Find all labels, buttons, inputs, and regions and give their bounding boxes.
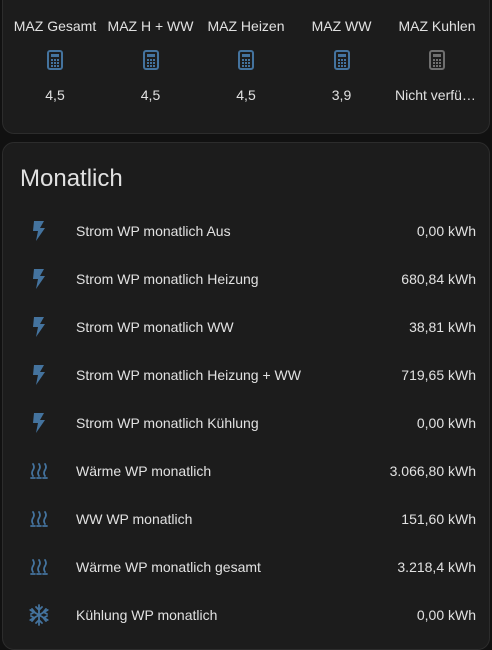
entity-name: Strom WP monatlich Heizung: [76, 271, 259, 287]
entity-row[interactable]: Kühlung WP monatlich 0,00 kWh: [3, 591, 489, 639]
glance-item-name: MAZ Gesamt: [13, 18, 97, 34]
calculator-icon: [330, 48, 354, 72]
entity-name: Strom WP monatlich Kühlung: [76, 415, 259, 431]
entity-list: Strom WP monatlich Aus 0,00 kWh Strom WP…: [3, 207, 489, 639]
heat-wave-icon: [27, 459, 51, 483]
glance-item-name: MAZ H + WW: [107, 18, 194, 34]
entity-state: 38,81 kWh: [409, 319, 476, 335]
entity-state: 151,60 kWh: [401, 511, 476, 527]
entity-state: 0,00 kWh: [416, 415, 476, 431]
calculator-icon: [234, 48, 258, 72]
entity-name: WW WP monatlich: [76, 511, 193, 527]
glance-item-maz-ww[interactable]: MAZ WW 3,9: [296, 0, 388, 103]
entity-row[interactable]: Wärme WP monatlich 3.066,80 kWh: [3, 447, 489, 495]
glance-item-state: 3,9: [331, 87, 352, 103]
entity-state: 680,84 kWh: [401, 271, 476, 287]
entity-name: Wärme WP monatlich gesamt: [76, 559, 261, 575]
lightning-bolt-icon: [27, 411, 51, 435]
entity-name: Strom WP monatlich Aus: [76, 223, 231, 239]
entity-name: Strom WP monatlich Heizung + WW: [76, 367, 301, 383]
glance-item-maz-gesamt[interactable]: MAZ Gesamt 4,5: [9, 0, 101, 103]
entity-row[interactable]: Strom WP monatlich Kühlung 0,00 kWh: [3, 399, 489, 447]
glance-item-state: Nicht verfügbar: [395, 87, 479, 103]
entity-name: Kühlung WP monatlich: [76, 607, 218, 623]
heat-wave-icon: [27, 555, 51, 579]
entity-state: 719,65 kWh: [401, 367, 476, 383]
glance-item-maz-kuhlen[interactable]: MAZ Kuhlen Nicht verfügbar: [391, 0, 483, 103]
glance-item-maz-heizen[interactable]: MAZ Heizen 4,5: [200, 0, 292, 103]
entity-state: 0,00 kWh: [416, 607, 476, 623]
entity-row[interactable]: Strom WP monatlich WW 38,81 kWh: [3, 303, 489, 351]
entity-state: 0,00 kWh: [416, 223, 476, 239]
lightning-bolt-icon: [27, 363, 51, 387]
entity-row[interactable]: Strom WP monatlich Aus 0,00 kWh: [3, 207, 489, 255]
glance-item-name: MAZ WW: [311, 18, 372, 34]
calculator-icon: [425, 48, 449, 72]
glance-item-maz-h-ww[interactable]: MAZ H + WW 4,5: [105, 0, 197, 103]
glance-item-state: 4,5: [140, 87, 161, 103]
card-title: Monatlich: [20, 165, 123, 192]
entity-state: 3.218,4 kWh: [397, 559, 476, 575]
lightning-bolt-icon: [27, 219, 51, 243]
glance-item-name: MAZ Kuhlen: [398, 18, 476, 34]
entity-row[interactable]: WW WP monatlich 151,60 kWh: [3, 495, 489, 543]
heat-wave-icon: [27, 507, 51, 531]
entity-row[interactable]: Wärme WP monatlich gesamt 3.218,4 kWh: [3, 543, 489, 591]
glance-card: MAZ Gesamt 4,5 MAZ H + WW 4,5 MAZ Heizen…: [2, 0, 490, 134]
entity-name: Wärme WP monatlich: [76, 463, 212, 479]
calculator-icon: [43, 48, 67, 72]
monthly-card: Monatlich Strom WP monatlich Aus 0,00 kW…: [2, 142, 490, 650]
entity-state: 3.066,80 kWh: [389, 463, 476, 479]
glance-item-name: MAZ Heizen: [207, 18, 285, 34]
lightning-bolt-icon: [27, 267, 51, 291]
snowflake-icon: [27, 603, 51, 627]
calculator-icon: [139, 48, 163, 72]
lightning-bolt-icon: [27, 315, 51, 339]
glance-item-state: 4,5: [45, 87, 65, 103]
entity-row[interactable]: Strom WP monatlich Heizung + WW 719,65 k…: [3, 351, 489, 399]
entity-row[interactable]: Strom WP monatlich Heizung 680,84 kWh: [3, 255, 489, 303]
entity-name: Strom WP monatlich WW: [76, 319, 234, 335]
glance-row: MAZ Gesamt 4,5 MAZ H + WW 4,5 MAZ Heizen…: [3, 0, 489, 103]
glance-item-state: 4,5: [236, 87, 256, 103]
